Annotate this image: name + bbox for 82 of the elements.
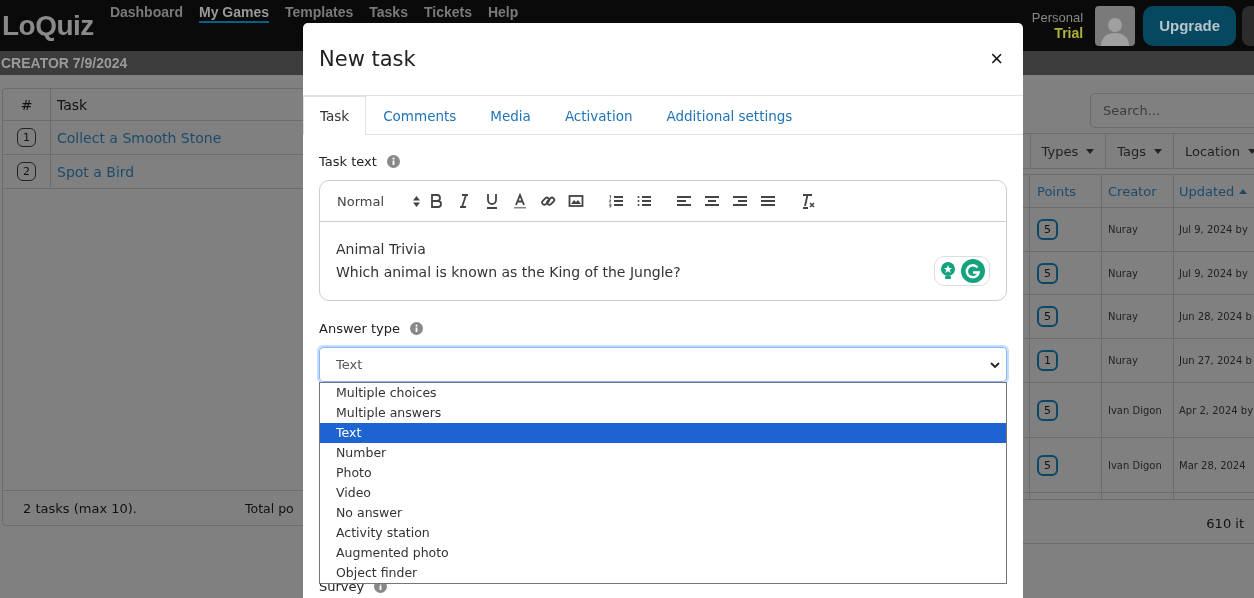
- text-color-icon[interactable]: [512, 193, 529, 209]
- nav-link[interactable]: Dashboard: [109, 3, 183, 23]
- points-badge: 5: [1037, 262, 1058, 284]
- image-icon[interactable]: [568, 193, 585, 209]
- points-badge: 5: [1037, 399, 1058, 421]
- creator-name: Ivan Digon: [1108, 404, 1162, 416]
- number-badge: 1: [17, 128, 36, 147]
- dropdown-option[interactable]: Activity station: [320, 523, 1006, 543]
- justify-icon[interactable]: [760, 193, 777, 209]
- ring-icon: [961, 259, 985, 283]
- lightbulb-icon: [939, 261, 957, 281]
- avatar[interactable]: [1095, 5, 1136, 46]
- format-dropdown[interactable]: Normal: [337, 193, 421, 209]
- dropdown-option[interactable]: Multiple choices: [320, 383, 1006, 403]
- tab[interactable]: Additional settings: [649, 96, 810, 135]
- nav-link[interactable]: Tickets: [423, 3, 472, 23]
- ordered-list-icon[interactable]: [608, 193, 625, 209]
- points-badge: 5: [1037, 219, 1058, 240]
- updated-date: Apr 2, 2024 by: [1179, 404, 1254, 416]
- bold-icon[interactable]: [428, 193, 445, 209]
- updated-date: Mar 28, 2024: [1179, 459, 1246, 471]
- filter-dropdown[interactable]: Location: [1173, 134, 1254, 168]
- search-field[interactable]: Search...: [1090, 93, 1254, 128]
- creator-name: Nuray: [1108, 267, 1138, 279]
- tab[interactable]: Task: [303, 96, 367, 135]
- tab[interactable]: Activation: [547, 96, 650, 135]
- creator-name: Nuray: [1108, 224, 1138, 235]
- updated-date: Jul 9, 2024 by: [1179, 267, 1248, 279]
- info-icon: [386, 155, 400, 168]
- number-badge: 2: [17, 162, 36, 181]
- nav-link[interactable]: Tasks: [369, 3, 408, 23]
- nav-link[interactable]: Help: [487, 3, 519, 23]
- chevron-down-icon: [990, 361, 1000, 368]
- creator-name: Ivan Digon: [1108, 459, 1162, 471]
- filter-dropdown[interactable]: Tags: [1105, 134, 1173, 168]
- text-line: Which animal is known as the King of the Jungle?: [336, 263, 682, 282]
- points-badge: 5: [1037, 454, 1058, 476]
- logo[interactable]: LoQuiz: [0, 9, 110, 42]
- item-count: 610 it: [1206, 515, 1244, 531]
- answer-type-select[interactable]: Text: [319, 347, 1007, 382]
- tab[interactable]: Comments: [366, 96, 474, 135]
- dropdown-option[interactable]: Video: [320, 483, 1006, 503]
- points-badge: 1: [1037, 350, 1058, 371]
- column-header: #: [20, 96, 33, 113]
- nav-link[interactable]: My Games: [199, 3, 270, 23]
- points-badge: 5: [1037, 306, 1058, 327]
- caret-icon: [1248, 148, 1254, 154]
- column-header: Task: [57, 96, 88, 113]
- assistant-widget[interactable]: [934, 256, 990, 286]
- tab[interactable]: Media: [473, 96, 548, 135]
- bullet-list-icon[interactable]: [636, 193, 653, 209]
- info-icon: [410, 322, 424, 335]
- clear-format-icon[interactable]: [800, 193, 817, 209]
- updated-date: Jun 27, 2024 b: [1179, 355, 1252, 366]
- total-points: Total po: [245, 500, 294, 516]
- upgrade-button[interactable]: Upgrade: [1143, 5, 1236, 46]
- plan-name: Trial: [1054, 25, 1084, 41]
- caret-icon: [1086, 148, 1095, 154]
- creator-name: Nuray: [1108, 311, 1138, 322]
- text-editor[interactable]: Normal Animal Trivia Which animal is known as the King of the Jungle?: [319, 180, 1007, 301]
- text-line: Animal Trivia: [336, 240, 427, 259]
- field-label: Answer type: [319, 321, 401, 336]
- align-left-icon[interactable]: [676, 193, 693, 209]
- dropdown-option[interactable]: Multiple answers: [320, 403, 1006, 423]
- dropdown-option[interactable]: Text: [320, 423, 1006, 443]
- dropdown-option[interactable]: Number: [320, 443, 1006, 463]
- dropdown-option[interactable]: Augmented photo: [320, 543, 1006, 563]
- align-right-icon[interactable]: [732, 193, 749, 209]
- updated-date: Jul 9, 2024 by: [1179, 224, 1248, 235]
- dropdown-option[interactable]: Object finder: [320, 563, 1006, 583]
- nav-link[interactable]: Templates: [285, 3, 354, 23]
- filter-dropdown[interactable]: Types: [1029, 134, 1106, 168]
- field-label: Task text: [319, 154, 377, 169]
- align-center-icon[interactable]: [704, 193, 721, 209]
- dropdown-option[interactable]: Photo: [320, 463, 1006, 483]
- creator-name: Nuray: [1108, 355, 1138, 366]
- task-count: 2 tasks (max 10).: [23, 500, 138, 516]
- dropdown-option[interactable]: No answer: [320, 503, 1006, 523]
- plan-label: Personal: [1031, 10, 1084, 25]
- sort-icon: [413, 195, 421, 207]
- caret-icon: [1154, 148, 1162, 154]
- updated-date: Jun 28, 2024 b: [1179, 311, 1252, 322]
